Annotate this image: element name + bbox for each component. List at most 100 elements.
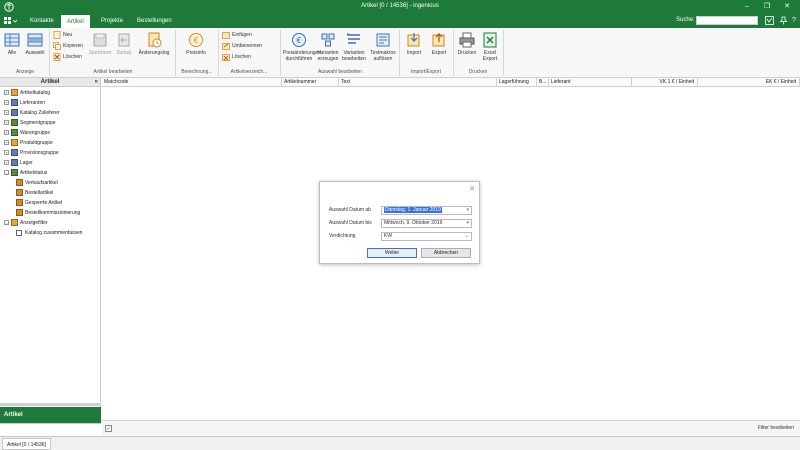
datum-ab-value: Dienstag, 1. Januar 2019 — [384, 207, 442, 213]
folder-icon — [11, 139, 18, 147]
tree-item[interactable]: – Artikelstatus — [4, 168, 47, 178]
copy-icon — [53, 41, 61, 50]
column-header-lagerfuehrung[interactable]: Lagerführung — [497, 78, 537, 87]
tree-item[interactable]: + Katalog Zulieferer — [4, 108, 59, 118]
tree-item[interactable]: + Artikelkatalog — [4, 88, 50, 98]
file-menu-button[interactable] — [3, 16, 19, 26]
abbrechen-button[interactable]: Abbrechen — [421, 248, 471, 258]
tree-item[interactable]: + Segmentgruppe — [4, 118, 56, 128]
checkbox[interactable] — [16, 229, 22, 236]
minimize-button[interactable]: – — [742, 2, 752, 12]
ribbon-tab-row: Kontakte Artikel Projekte Bestellungen S… — [0, 14, 800, 28]
tree-item[interactable]: Verkaufsartikel — [16, 178, 58, 188]
folder-icon — [16, 209, 23, 217]
tree-item-label: Provisionsgruppe — [20, 150, 59, 156]
alle-button[interactable]: Alle — [3, 32, 21, 56]
column-header-ek[interactable]: EK € / Einheit — [698, 78, 800, 87]
panel-footer-area — [0, 423, 101, 436]
column-header-artikelnummer[interactable]: Artikelnummer — [282, 78, 339, 87]
loeschen-button[interactable]: Löschen — [53, 52, 82, 62]
zurueck-button[interactable]: Zurück — [113, 32, 135, 56]
preisinfo-button[interactable]: € Preisinfo — [182, 32, 210, 56]
dialog-close-button[interactable]: ✕ — [469, 185, 475, 193]
datum-bis-picker[interactable]: Mittwoch, 9. Oktober 2019 ▾ — [381, 219, 472, 228]
tree-item[interactable]: + Produktgruppe — [4, 138, 53, 148]
grid-filter-checkbox[interactable]: ✓ — [105, 425, 112, 432]
tree-expander-icon[interactable]: + — [4, 90, 9, 96]
tree-item-label: Katalog Zulieferer — [20, 110, 60, 116]
drucken-button[interactable]: Drucken — [456, 32, 478, 56]
tree-expander-icon[interactable]: + — [4, 140, 9, 146]
close-button[interactable]: ✕ — [782, 2, 792, 12]
folder-icon — [11, 219, 18, 227]
preisaenderungen-button[interactable]: € Preisänderungen durchführen — [283, 32, 321, 62]
weiter-button[interactable]: Weiter — [367, 248, 417, 258]
help-button[interactable]: ? — [789, 16, 799, 26]
folder-icon — [11, 109, 18, 117]
pin-icon[interactable] — [778, 16, 788, 26]
tree-item[interactable]: + Warengruppe — [4, 128, 50, 138]
search-input[interactable] — [696, 16, 758, 25]
kopieren-button[interactable]: Kopieren — [53, 41, 83, 51]
tree-item[interactable]: Katalog zusammenfassen — [16, 228, 83, 238]
folder-icon — [11, 89, 18, 97]
datum-ab-picker[interactable]: Dienstag, 1. Januar 2019 ▾ — [381, 206, 472, 215]
tree-item[interactable]: + Lager — [4, 158, 33, 168]
tree-expander-icon[interactable]: + — [4, 100, 9, 106]
einfuegen-button[interactable]: Einfügen — [222, 30, 252, 40]
auswahl-button[interactable]: Auswahl — [24, 32, 46, 56]
folder-icon — [11, 99, 18, 107]
tab-projekte[interactable]: Projekte — [95, 15, 129, 28]
status-tab-artikel[interactable]: Artikel [0 / 14536] — [2, 438, 51, 450]
import-button[interactable]: Import — [403, 32, 425, 56]
column-header-b[interactable]: B... — [537, 78, 549, 87]
export-button[interactable]: Export — [428, 32, 450, 56]
tree-item[interactable]: Bestellartikel — [16, 188, 53, 198]
varianten-erzeugen-button[interactable]: Varianten erzeugen — [316, 32, 340, 62]
excel-export-button[interactable]: Excel Export — [480, 32, 500, 62]
tree-expander-icon[interactable]: + — [4, 110, 9, 116]
tree-item[interactable]: – Anzeigefilter — [4, 218, 48, 228]
tree-expander-icon[interactable]: + — [4, 150, 9, 156]
tab-artikel[interactable]: Artikel — [61, 15, 90, 28]
filter-bearbeiten-button[interactable]: Filter bearbeiten — [758, 425, 794, 431]
panel-splitter[interactable] — [0, 403, 101, 406]
speichern-button[interactable]: Speichern — [88, 32, 112, 56]
svg-text:€: € — [296, 36, 301, 45]
column-header-matchcode[interactable]: Matchcode — [102, 78, 282, 87]
column-header-text[interactable]: Text — [339, 78, 497, 87]
loeschen-verzeichnis-button[interactable]: Löschen — [222, 52, 251, 62]
tree-item-label: Bestellartikel — [25, 190, 54, 196]
panel-footer-artikel[interactable]: Artikel — [0, 407, 101, 423]
neu-button[interactable]: Neu — [53, 30, 72, 40]
group-label-anzeige: Anzeige — [15, 69, 35, 75]
varianten-bearbeiten-button[interactable]: Varianten bearbeiten — [341, 32, 367, 62]
restore-button[interactable]: ❐ — [762, 2, 772, 12]
folder-icon — [16, 179, 23, 187]
tree-expander-icon[interactable]: + — [4, 120, 9, 126]
tree-expander-icon[interactable]: – — [4, 170, 9, 176]
tree-item[interactable]: + Lieferanten — [4, 98, 45, 108]
tree-expander-icon[interactable]: + — [4, 160, 9, 166]
umbenennen-button[interactable]: Umbenennen — [222, 41, 262, 51]
undo-icon — [118, 33, 130, 47]
tab-kontakte[interactable]: Kontakte — [24, 15, 60, 28]
aenderungslog-button[interactable]: Änderungslog — [135, 32, 173, 56]
column-header-vk1[interactable]: VK 1 € / Einheit — [632, 78, 698, 87]
cart-icon[interactable] — [764, 16, 774, 26]
tree-expander-icon[interactable]: + — [4, 130, 9, 136]
price-change-icon: € — [292, 33, 306, 47]
import-icon — [407, 33, 420, 47]
collapse-panel-button[interactable]: « — [95, 78, 98, 87]
tree-expander-icon[interactable]: – — [4, 220, 9, 226]
change-log-icon — [148, 32, 162, 48]
delete-folder-icon — [222, 53, 230, 61]
tree-item[interactable]: Bestellkommissionierung — [16, 208, 80, 218]
tree-item[interactable]: Gesperrte Artikel — [16, 198, 62, 208]
textmakros-button[interactable]: Textmakros auflösen — [369, 32, 397, 62]
column-header-lieferant[interactable]: Lieferant — [549, 78, 632, 87]
tab-bestellungen[interactable]: Bestellungen — [131, 15, 178, 28]
tree-item[interactable]: + Provisionsgruppe — [4, 148, 59, 158]
group-label-artikelverzeichnis: Artikelverzeich... — [230, 69, 268, 75]
verdichtung-select[interactable]: KW ⌄ — [381, 232, 472, 241]
